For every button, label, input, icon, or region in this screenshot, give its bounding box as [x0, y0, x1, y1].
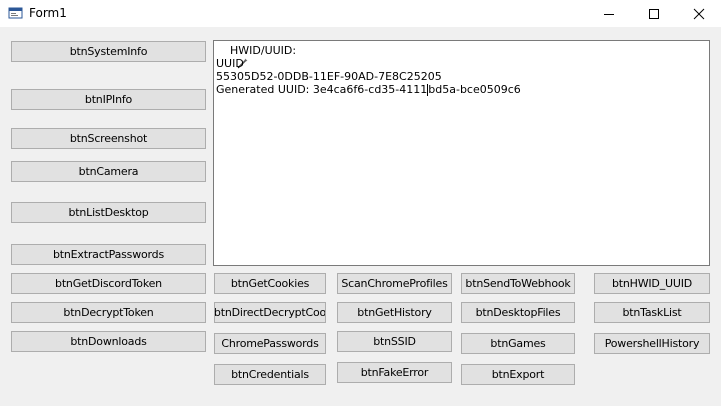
output-line-4: Generated UUID: 3e4ca6f6-cd35-4111 bd5a-b…	[216, 83, 707, 96]
btn-games[interactable]: btnGames	[461, 333, 575, 354]
maximize-icon	[648, 8, 659, 19]
output-line-2: UUID	[216, 57, 244, 70]
window-title: Form1	[29, 6, 67, 20]
btn-direct-decrypt-coo[interactable]: btnDirectDecryptCoo	[214, 302, 326, 323]
btn-downloads[interactable]: btnDownloads	[11, 331, 206, 352]
app-form-icon	[8, 6, 24, 22]
close-button[interactable]	[676, 0, 721, 27]
btn-task-list[interactable]: btnTaskList	[594, 302, 710, 323]
btn-get-history[interactable]: btnGetHistory	[337, 302, 452, 323]
btn-list-desktop[interactable]: btnListDesktop	[11, 202, 206, 223]
btn-camera[interactable]: btnCamera	[11, 161, 206, 182]
btn-ssid[interactable]: btnSSID	[337, 331, 452, 352]
btn-screenshot[interactable]: btnScreenshot	[11, 128, 206, 149]
btn-export[interactable]: btnExport	[461, 364, 575, 385]
btn-ip-info[interactable]: btnIPInfo	[11, 89, 206, 110]
btn-credentials[interactable]: btnCredentials	[214, 364, 326, 385]
btn-get-discord-token[interactable]: btnGetDiscordToken	[11, 273, 206, 294]
pencil-icon	[216, 45, 248, 69]
btn-send-to-webhook[interactable]: btnSendToWebhook	[461, 273, 575, 294]
btn-fake-error[interactable]: btnFakeError	[337, 362, 452, 383]
btn-system-info[interactable]: btnSystemInfo	[11, 41, 206, 62]
output-line-3: 55305D52-0DDB-11EF-90AD-7E8C25205	[216, 70, 442, 83]
maximize-button[interactable]	[631, 0, 676, 27]
btn-desktop-files[interactable]: btnDesktopFiles	[461, 302, 575, 323]
minimize-icon	[603, 13, 614, 15]
title-bar[interactable]: Form1	[0, 0, 721, 27]
output-line-1-text: HWID/UUID:	[230, 44, 297, 57]
btn-powershell-history[interactable]: PowershellHistory	[594, 333, 710, 354]
btn-hwid-uuid[interactable]: btnHWID_UUID	[594, 273, 710, 294]
output-line-4-before-caret: Generated UUID: 3e4ca6f6-cd35-4111	[216, 83, 428, 96]
output-line-1: HWID/UUID:	[216, 44, 707, 69]
btn-scan-chrome-profiles[interactable]: ScanChromeProfiles	[337, 273, 452, 294]
output-textbox[interactable]: HWID/UUID: UUID 55305D52-0DDB-11EF-90AD-…	[213, 40, 710, 266]
btn-chrome-passwords[interactable]: ChromePasswords	[214, 333, 326, 354]
minimize-button[interactable]	[586, 0, 631, 27]
output-line-4-after-caret: bd5a-bce0509c6	[428, 83, 521, 96]
btn-extract-passwords[interactable]: btnExtractPasswords	[11, 244, 206, 265]
btn-decrypt-token[interactable]: btnDecryptToken	[11, 302, 206, 323]
btn-get-cookies[interactable]: btnGetCookies	[214, 273, 326, 294]
close-icon	[693, 8, 704, 19]
